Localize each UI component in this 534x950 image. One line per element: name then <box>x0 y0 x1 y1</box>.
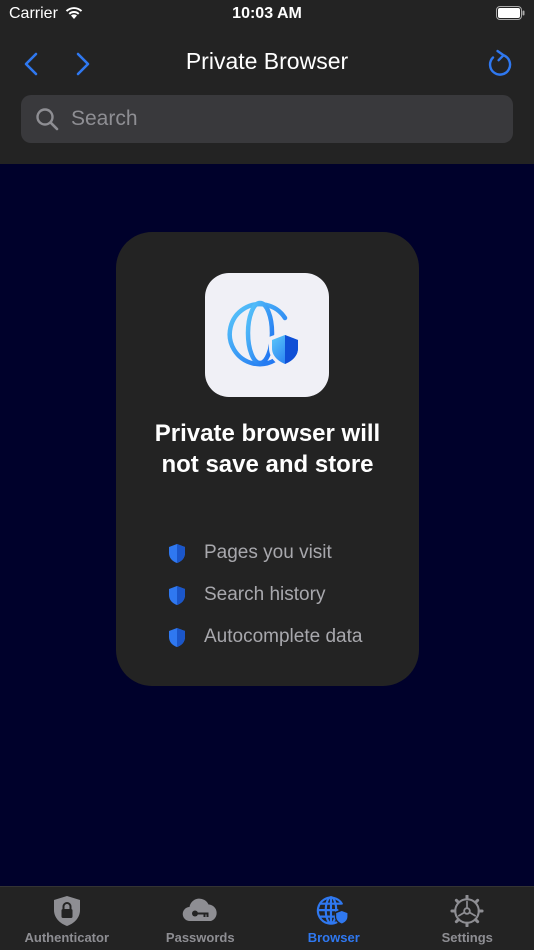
reload-button[interactable] <box>484 48 514 80</box>
tab-label: Authenticator <box>24 930 110 945</box>
tab-browser[interactable]: Browser <box>267 887 401 950</box>
page-title: Private Browser <box>185 48 349 74</box>
feature-label: Search history <box>204 584 326 605</box>
list-item: Pages you visit <box>168 532 362 574</box>
tab-label: Browser <box>307 930 360 945</box>
tab-passwords[interactable]: Passwords <box>134 887 268 950</box>
cloud-key-icon <box>182 898 217 922</box>
lock-shield-icon <box>53 896 80 926</box>
feature-label: Pages you visit <box>204 542 332 563</box>
reload-icon <box>488 49 512 76</box>
browser-screen: Carrier 10:03 AM Private Browser Search … <box>0 0 534 950</box>
shield-icon <box>169 627 185 647</box>
feature-label: Autocomplete data <box>204 626 363 647</box>
card-heading: Private browser will not save and store <box>154 420 381 478</box>
private-browser-info-card: Private browser will not save and store … <box>116 232 419 686</box>
tab-label: Settings <box>441 930 493 945</box>
search-bar[interactable] <box>21 95 513 143</box>
tab-authenticator[interactable]: Authenticator <box>0 887 134 950</box>
clock: 10:03 AM <box>232 5 302 22</box>
battery-icon <box>496 6 526 26</box>
nav-header: Private Browser <box>0 30 534 164</box>
gear-icon <box>450 895 484 927</box>
list-item: Search history <box>168 574 362 616</box>
tab-bar: Authenticator Passwords Browser Settings <box>0 886 534 950</box>
tab-settings[interactable]: Settings <box>401 887 534 950</box>
search-input[interactable] <box>71 107 471 131</box>
tab-label: Passwords <box>165 930 235 945</box>
shield-icon <box>169 585 185 605</box>
shield-icon <box>169 543 185 563</box>
feature-list: Pages you visit Search history Autocompl… <box>168 532 362 658</box>
status-bar: Carrier 10:03 AM <box>0 0 534 30</box>
globe-shield-icon <box>316 896 349 926</box>
globe-shield-icon <box>227 300 301 368</box>
search-icon <box>36 108 59 131</box>
list-item: Autocomplete data <box>168 616 362 658</box>
browser-app-tile <box>205 273 329 397</box>
